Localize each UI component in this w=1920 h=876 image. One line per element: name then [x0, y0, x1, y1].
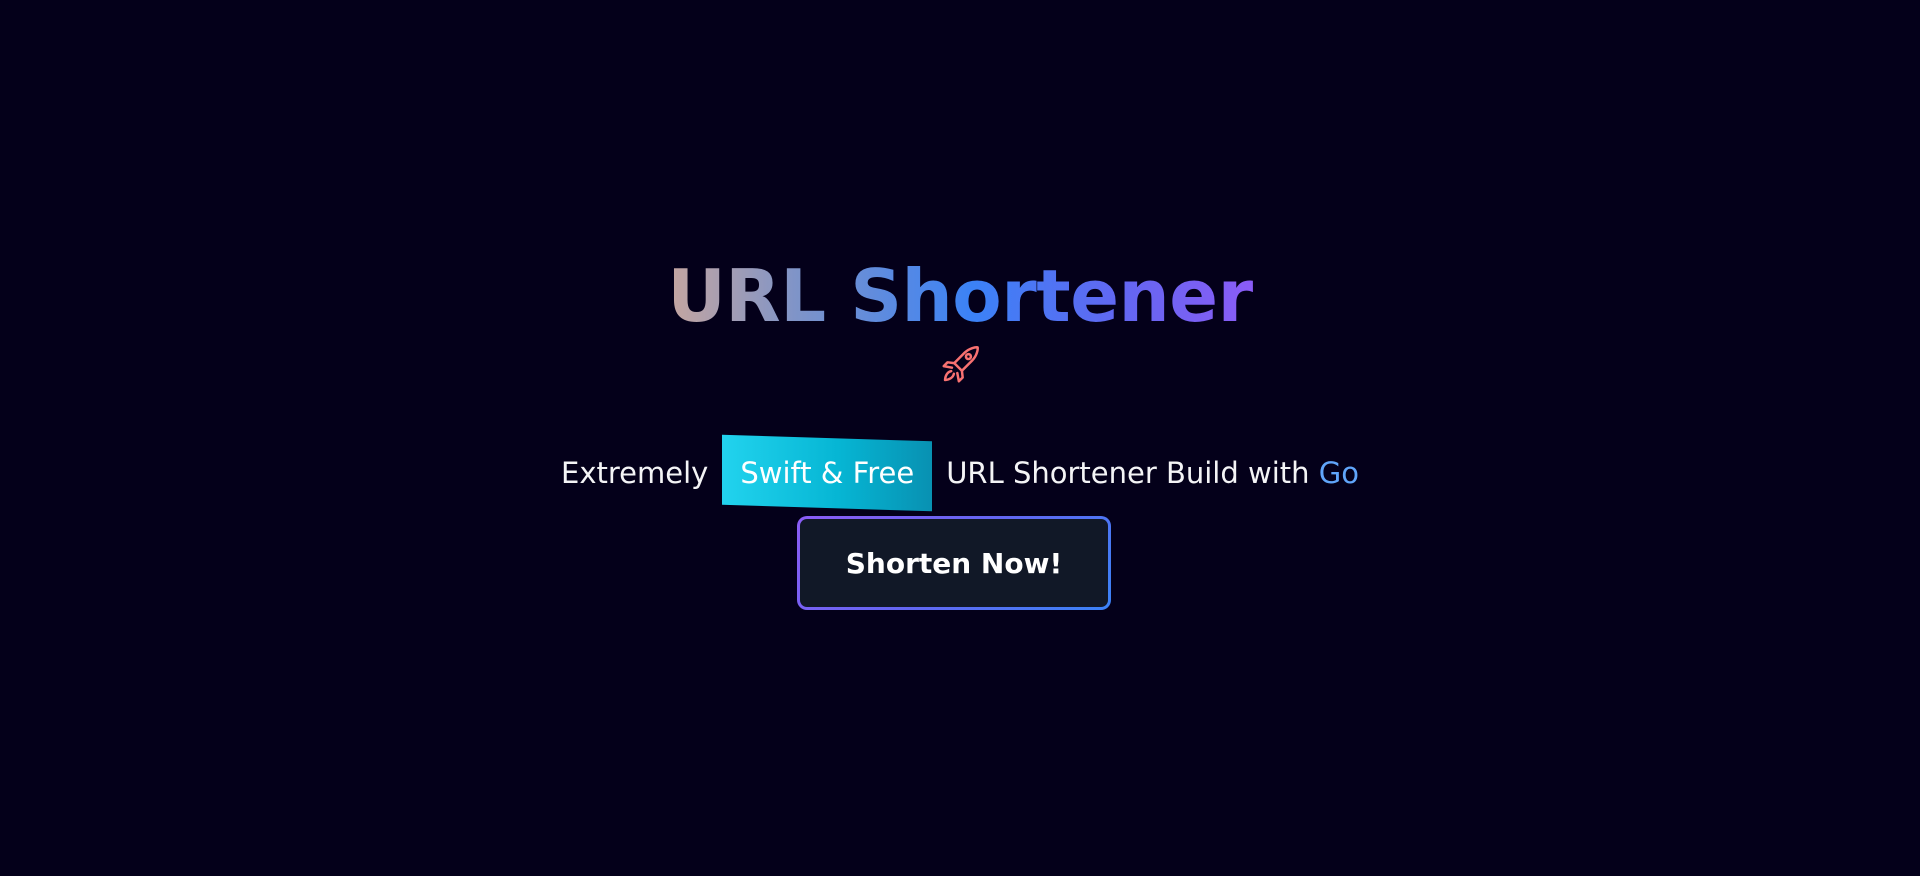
- subtitle-middle: URL Shortener Build with: [946, 456, 1310, 490]
- subtitle: Extremely Swift & Free URL Shortener Build…: [0, 434, 1920, 512]
- highlight-badge-text: Swift & Free: [740, 456, 915, 490]
- rocket-icon: [937, 342, 983, 388]
- hero-section: URL Shortener Extremely Swift & Free URL S…: [0, 0, 1920, 876]
- highlight-badge: Swift & Free: [722, 434, 933, 512]
- shorten-now-button-label: Shorten Now!: [800, 519, 1108, 607]
- subtitle-go-accent: Go: [1318, 456, 1359, 490]
- page-title-text: URL Shortener: [667, 254, 1253, 338]
- page: URL Shortener Extremely Swift & Free URL S…: [0, 0, 1920, 876]
- page-title: URL Shortener: [0, 254, 1920, 338]
- subtitle-prefix: Extremely: [561, 456, 709, 490]
- shorten-now-button[interactable]: Shorten Now!: [797, 516, 1111, 610]
